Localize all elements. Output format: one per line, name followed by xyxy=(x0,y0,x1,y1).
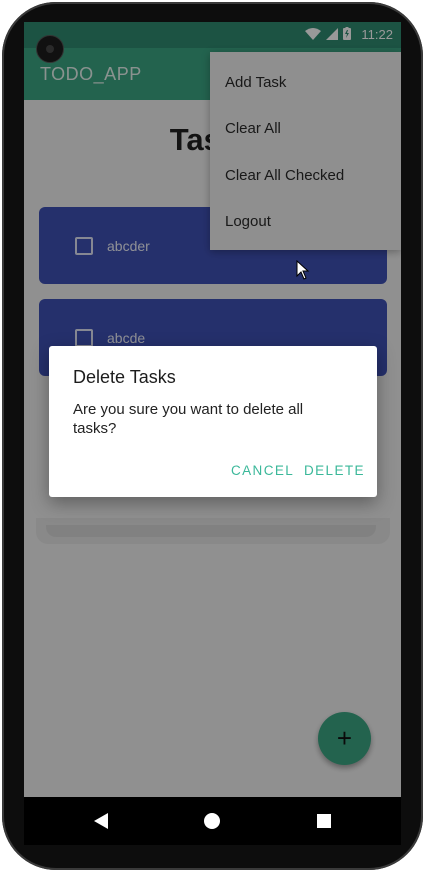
back-icon[interactable] xyxy=(89,809,113,833)
navigation-bar xyxy=(24,797,401,845)
dialog-title: Delete Tasks xyxy=(73,367,176,387)
front-camera xyxy=(36,35,64,63)
cancel-button[interactable]: CANCEL xyxy=(231,463,294,478)
delete-button[interactable]: DELETE xyxy=(304,463,365,478)
delete-dialog: Delete Tasks Are you sure you want to de… xyxy=(49,346,377,497)
home-icon[interactable] xyxy=(200,809,224,833)
recents-icon[interactable] xyxy=(312,809,336,833)
mouse-cursor-icon xyxy=(296,259,310,285)
device-screen: 11:22 TODO_APP Tasks abcder abcde + Add … xyxy=(24,22,401,797)
dialog-message: Are you sure you want to delete all task… xyxy=(73,401,304,437)
